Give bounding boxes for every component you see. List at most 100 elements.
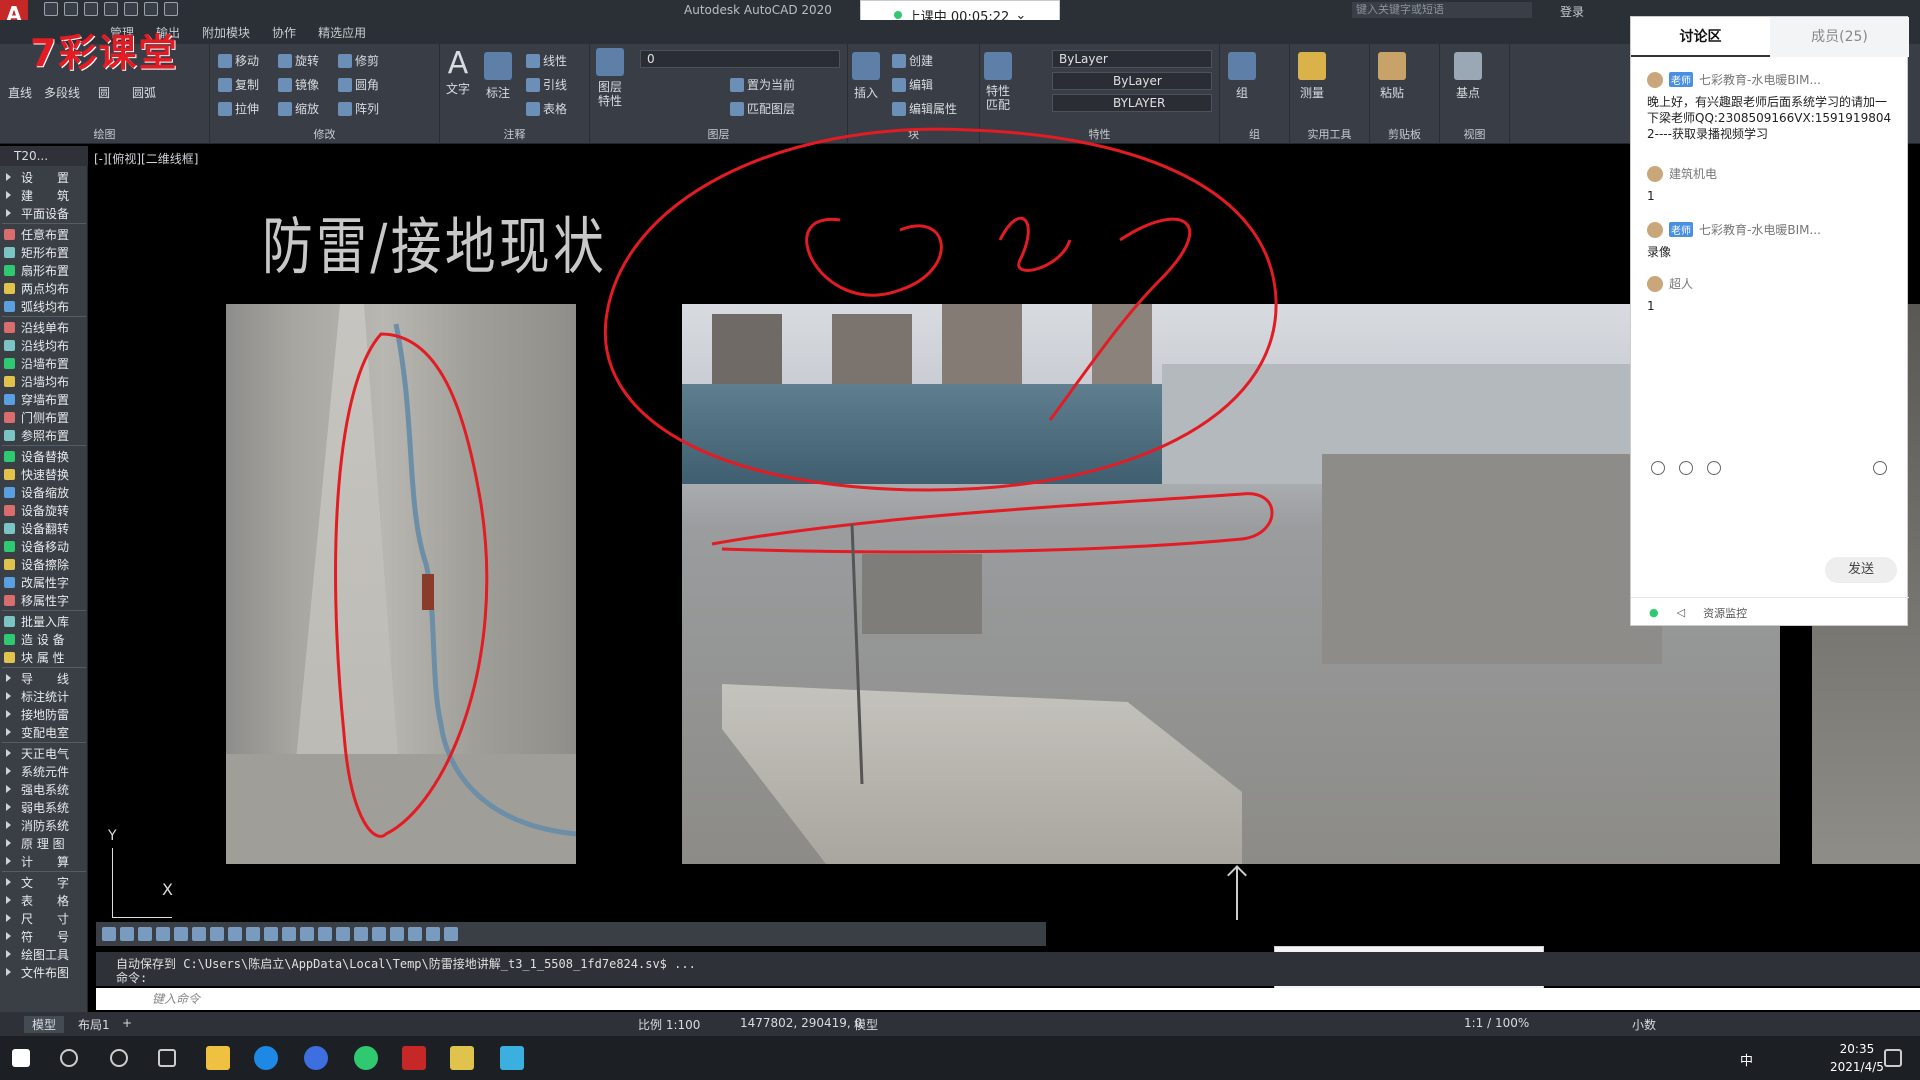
search-icon[interactable] [60,1049,78,1067]
arc-button[interactable]: 圆弧 [132,84,156,101]
model-space-toggle[interactable]: 模型 [854,1016,878,1033]
palette-item[interactable]: 参照布置 [0,426,88,444]
match-layer-button[interactable]: 匹配图层 [730,100,795,117]
send-button[interactable]: 发送 [1825,557,1897,583]
app-icon[interactable] [500,1046,524,1070]
tool-icon[interactable] [210,927,224,941]
image-icon[interactable] [1707,461,1721,475]
palette-item[interactable]: 块 属 性 [0,648,88,666]
tool-icon[interactable] [102,927,116,941]
tab-members[interactable]: 成员(25) [1770,17,1909,57]
tool-icon[interactable] [192,927,206,941]
undo-icon[interactable] [144,2,158,16]
tool-icon[interactable] [372,927,386,941]
palette-item[interactable]: 符 号 [0,927,88,945]
save-icon[interactable] [84,2,98,16]
palette-item[interactable]: 沿线单布 [0,318,88,336]
windows-start-icon[interactable] [12,1049,30,1067]
palette-item[interactable]: 平面设备 [0,204,88,222]
palette-item[interactable]: 原 理 图 [0,834,88,852]
microphone-icon[interactable]: ● [1649,606,1659,619]
tool-icon[interactable] [246,927,260,941]
tool-icon[interactable] [390,927,404,941]
clipboard-panel-title[interactable]: 剪贴板 [1370,126,1439,142]
save-as-icon[interactable] [104,2,118,16]
menu-collaborate[interactable]: 协作 [272,24,296,41]
units-selector[interactable]: 小数 [1632,1016,1656,1033]
tool-icon[interactable] [426,927,440,941]
wechat-icon[interactable] [354,1046,378,1070]
palette-item[interactable]: 设备缩放 [0,483,88,501]
palette-item[interactable]: 两点均布 [0,279,88,297]
palette-item[interactable]: 消防系统 [0,816,88,834]
palette-item[interactable]: 设 置 [0,168,88,186]
tool-icon[interactable] [354,927,368,941]
tool-icon[interactable] [300,927,314,941]
palette-item[interactable]: 穿墙布置 [0,390,88,408]
palette-item[interactable]: 标注统计 [0,687,88,705]
layer-properties-button[interactable]: 图层特性 [596,48,624,108]
palette-item[interactable]: 表 格 [0,891,88,909]
scale-indicator[interactable]: 比例 1:100 [638,1016,700,1033]
palette-item[interactable]: 弱电系统 [0,798,88,816]
palette-item[interactable]: 批量入库 [0,612,88,630]
palette-item[interactable]: 弧线均布 [0,297,88,315]
scale-button[interactable]: 缩放 [278,100,319,117]
resource-monitor[interactable]: 资源监控 [1703,605,1747,621]
viewport-controls[interactable]: [-][俯视][二维线框] [94,150,198,167]
match-properties-button[interactable]: 特性匹配 [984,52,1012,112]
lineweight-dropdown[interactable]: BYLAYER [1052,94,1212,112]
palette-item[interactable]: 任意布置 [0,225,88,243]
tool-icon[interactable] [228,927,242,941]
palette-item[interactable]: 扇形布置 [0,261,88,279]
palette-item[interactable]: 改属性字 [0,573,88,591]
fillet-button[interactable]: 圆角 [338,76,379,93]
palette-item[interactable]: 移属性字 [0,591,88,609]
palette-item[interactable]: 快速替换 [0,465,88,483]
palette-item[interactable]: 导 线 [0,669,88,687]
tab-discussion[interactable]: 讨论区 [1631,17,1770,57]
palette-header[interactable]: T20... [0,146,88,166]
modify-panel-title[interactable]: 修改 [210,126,439,142]
linear-button[interactable]: 线性 [526,52,567,69]
tool-icon[interactable] [174,927,188,941]
menu-featured-apps[interactable]: 精选应用 [318,24,366,41]
edge-icon[interactable] [254,1046,278,1070]
search-input[interactable]: 键入关键字或短语 [1352,2,1532,18]
command-input[interactable]: 键入命令 [96,988,1920,1010]
add-layout-icon[interactable]: + [122,1016,132,1030]
redo-icon[interactable] [164,2,178,16]
emoji-icon[interactable] [1651,461,1665,475]
palette-item[interactable]: 沿墙布置 [0,354,88,372]
table-button[interactable]: 表格 [526,100,567,117]
system-clock[interactable]: 20:35 2021/4/5 [1830,1040,1884,1076]
tool-icon[interactable] [264,927,278,941]
text-button[interactable]: A 文字 [446,48,470,97]
palette-item[interactable]: 矩形布置 [0,243,88,261]
copy-button[interactable]: 复制 [218,76,259,93]
palette-item[interactable]: 设备移动 [0,537,88,555]
mirror-button[interactable]: 镜像 [278,76,319,93]
notification-icon[interactable] [1884,1049,1902,1067]
move-button[interactable]: 移动 [218,52,259,69]
palette-item[interactable]: 文 字 [0,873,88,891]
array-button[interactable]: 阵列 [338,100,379,117]
tool-icon[interactable] [318,927,332,941]
palette-item[interactable]: 沿墙均布 [0,372,88,390]
palette-item[interactable]: 造 设 备 [0,630,88,648]
palette-item[interactable]: 文件布图 [0,963,88,981]
scissors-icon[interactable] [1679,461,1693,475]
palette-item[interactable]: 计 算 [0,852,88,870]
palette-item[interactable]: 强电系统 [0,780,88,798]
make-current-button[interactable]: 置为当前 [730,76,795,93]
python-icon[interactable] [450,1046,474,1070]
palette-item[interactable]: 设备旋转 [0,501,88,519]
line-button[interactable]: 直线 [8,84,32,101]
tool-icon[interactable] [156,927,170,941]
login-button[interactable]: 登录 [1560,3,1584,20]
measure-button[interactable]: 测量 [1298,52,1326,101]
tab-layout1[interactable]: 布局1 [70,1016,118,1033]
insert-button[interactable]: 插入 [852,52,880,101]
task-view-icon[interactable] [158,1049,176,1067]
tool-icon[interactable] [120,927,134,941]
